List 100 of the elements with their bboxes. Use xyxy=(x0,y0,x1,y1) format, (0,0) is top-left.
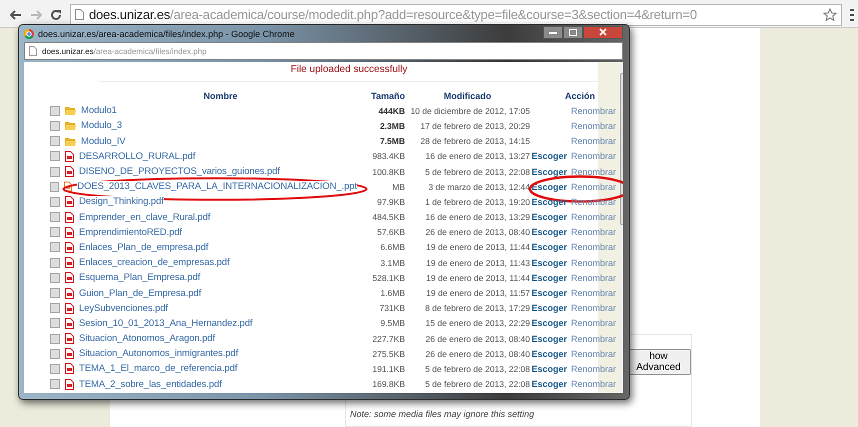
back-icon[interactable] xyxy=(10,10,22,20)
rename-link[interactable]: Renombrar xyxy=(570,242,616,252)
file-link[interactable]: Modulo1 xyxy=(81,105,117,116)
rename-link[interactable]: Renombrar xyxy=(570,120,616,131)
rename-link[interactable]: Renombrar xyxy=(570,272,616,283)
size-cell: 169.8KB xyxy=(372,379,405,390)
rename-link[interactable]: Renombrar xyxy=(570,227,616,238)
menu-icon[interactable] xyxy=(850,8,854,22)
forward-icon[interactable] xyxy=(30,10,42,20)
choose-link[interactable]: Escoger xyxy=(531,258,567,268)
checkbox[interactable] xyxy=(50,242,60,252)
checkbox[interactable] xyxy=(50,258,60,268)
rename-link[interactable]: Renombrar xyxy=(570,166,616,177)
maximize-button[interactable] xyxy=(563,26,583,38)
rename-link[interactable]: Renombrar xyxy=(570,318,616,328)
file-link[interactable]: Emprender_en_clave_Rural.pdf xyxy=(79,212,210,223)
checkbox[interactable] xyxy=(50,212,60,222)
checkbox[interactable] xyxy=(50,106,60,116)
choose-link[interactable]: Escoger xyxy=(531,348,567,359)
file-link[interactable]: Design_Thinking.pdf xyxy=(79,196,164,208)
checkbox[interactable] xyxy=(50,303,60,314)
date-cell: 10 de diciembre de 2012, 17:05 xyxy=(410,106,530,116)
choose-link[interactable]: Escoger xyxy=(531,212,567,222)
page-icon xyxy=(75,9,84,20)
document-icon xyxy=(65,348,74,360)
minimize-button[interactable] xyxy=(543,26,563,38)
choose-link[interactable]: Escoger xyxy=(531,318,567,328)
checkbox[interactable] xyxy=(50,364,60,374)
file-link[interactable]: TEMA_1_El_marco_de_referencia.pdf xyxy=(79,363,238,374)
checkbox[interactable] xyxy=(50,227,60,238)
file-link[interactable]: DOES_2013_CLAVES_PARA_LA_INTERNACIONALIZACION_.ppt xyxy=(77,181,357,192)
close-button[interactable] xyxy=(583,26,623,38)
file-link[interactable]: Modulo_3 xyxy=(81,120,122,132)
checkbox[interactable] xyxy=(50,151,60,162)
star-icon[interactable] xyxy=(823,8,837,22)
rename-link[interactable]: Renombrar xyxy=(570,136,616,146)
choose-link[interactable]: Escoger xyxy=(531,288,567,298)
size-cell: 2.3MB xyxy=(380,120,405,131)
file-link[interactable]: Esquema_Plan_Empresa.pdf xyxy=(79,272,200,284)
file-link[interactable]: LeySubvenciones.pdf xyxy=(79,302,168,314)
rename-link[interactable]: Renombrar xyxy=(570,303,616,314)
window-title: does.unizar.es/area-academica/files/index.php - Google Chrome xyxy=(38,28,295,38)
choose-link[interactable]: Escoger xyxy=(531,364,567,374)
choose-link[interactable]: Escoger xyxy=(531,303,567,314)
file-link[interactable]: DISENO_DE_PROYECTOS_varios_guiones.pdf xyxy=(79,166,280,178)
rename-link[interactable]: Renombrar xyxy=(570,182,616,192)
checkbox[interactable] xyxy=(50,334,60,344)
file-link[interactable]: DESARROLLO_RURAL.pdf xyxy=(79,150,196,162)
address-bar[interactable]: does.unizar.es/area-academica/course/modedit.php?add=resource&type=file&course=3&section=4&return=0 xyxy=(70,4,842,26)
file-link[interactable]: Guion_Plan_de_Empresa.pdf xyxy=(79,288,202,299)
reload-icon[interactable] xyxy=(50,8,62,20)
maximize-icon xyxy=(569,28,577,36)
file-link[interactable]: Sesion_10_01_2013_Ana_Hernandez.pdf xyxy=(79,318,252,329)
rename-link[interactable]: Renombrar xyxy=(570,379,616,390)
file-link[interactable]: Enlaces_Plan_de_empresa.pdf xyxy=(79,242,208,253)
checkbox[interactable] xyxy=(50,348,60,359)
choose-link[interactable]: Escoger xyxy=(531,151,567,162)
rename-link[interactable]: Renombrar xyxy=(570,334,616,344)
choose-link[interactable]: Escoger xyxy=(531,379,567,390)
choose-link[interactable]: Escoger xyxy=(531,272,567,283)
checkbox[interactable] xyxy=(50,182,60,192)
size-cell: 191.1KB xyxy=(372,364,405,374)
choose-link[interactable]: Escoger xyxy=(531,227,567,238)
size-cell: 6.6MB xyxy=(380,242,405,252)
date-cell: 17 de febrero de 2013, 20:29 xyxy=(420,120,530,131)
rename-link[interactable]: Renombrar xyxy=(570,348,616,359)
checkbox[interactable] xyxy=(50,379,60,390)
date-cell: 26 de enero de 2013, 08:40 xyxy=(426,348,530,359)
chrome-icon xyxy=(24,28,34,38)
rename-link[interactable]: Renombrar xyxy=(570,288,616,298)
checkbox[interactable] xyxy=(50,288,60,298)
checkbox[interactable] xyxy=(50,196,60,207)
rename-link[interactable]: Renombrar xyxy=(570,212,616,222)
file-link[interactable]: Situacion_Atonomos_Aragon.pdf xyxy=(79,333,216,344)
file-link[interactable]: Modulo_IV xyxy=(81,136,126,147)
date-cell: 19 de enero de 2013, 11:43 xyxy=(426,258,530,268)
checkbox[interactable] xyxy=(50,166,60,177)
date-cell: 1 de febrero de 2013, 19:20 xyxy=(425,196,530,207)
size-cell: MB xyxy=(392,182,405,192)
file-link[interactable]: Enlaces_creacion_de_empresas.pdf xyxy=(79,257,230,268)
date-cell: 8 de febrero de 2013, 17:29 xyxy=(425,303,530,314)
choose-link[interactable]: Escoger xyxy=(531,196,567,207)
choose-link[interactable]: Escoger xyxy=(531,166,567,177)
file-link[interactable]: Situacion_Autonomos_inmigrantes.pdf xyxy=(79,348,238,360)
checkbox[interactable] xyxy=(50,318,60,328)
file-link[interactable]: TEMA_2_sobre_las_entidades.pdf xyxy=(79,378,222,390)
rename-link[interactable]: Renombrar xyxy=(570,106,616,116)
success-message: File uploaded successfully xyxy=(99,62,599,82)
checkbox[interactable] xyxy=(50,120,60,131)
page-icon xyxy=(29,46,37,56)
file-link[interactable]: EmprendimientoRED.pdf xyxy=(79,226,182,238)
rename-link[interactable]: Renombrar xyxy=(570,258,616,268)
choose-link[interactable]: Escoger xyxy=(531,334,567,344)
close-icon xyxy=(599,28,607,36)
choose-link[interactable]: Escoger xyxy=(531,242,567,252)
rename-link[interactable]: Renombrar xyxy=(570,151,616,162)
date-cell: 16 de enero de 2013, 13:27 xyxy=(426,151,530,162)
rename-link[interactable]: Renombrar xyxy=(570,364,616,374)
checkbox[interactable] xyxy=(50,272,60,283)
checkbox[interactable] xyxy=(50,136,60,146)
